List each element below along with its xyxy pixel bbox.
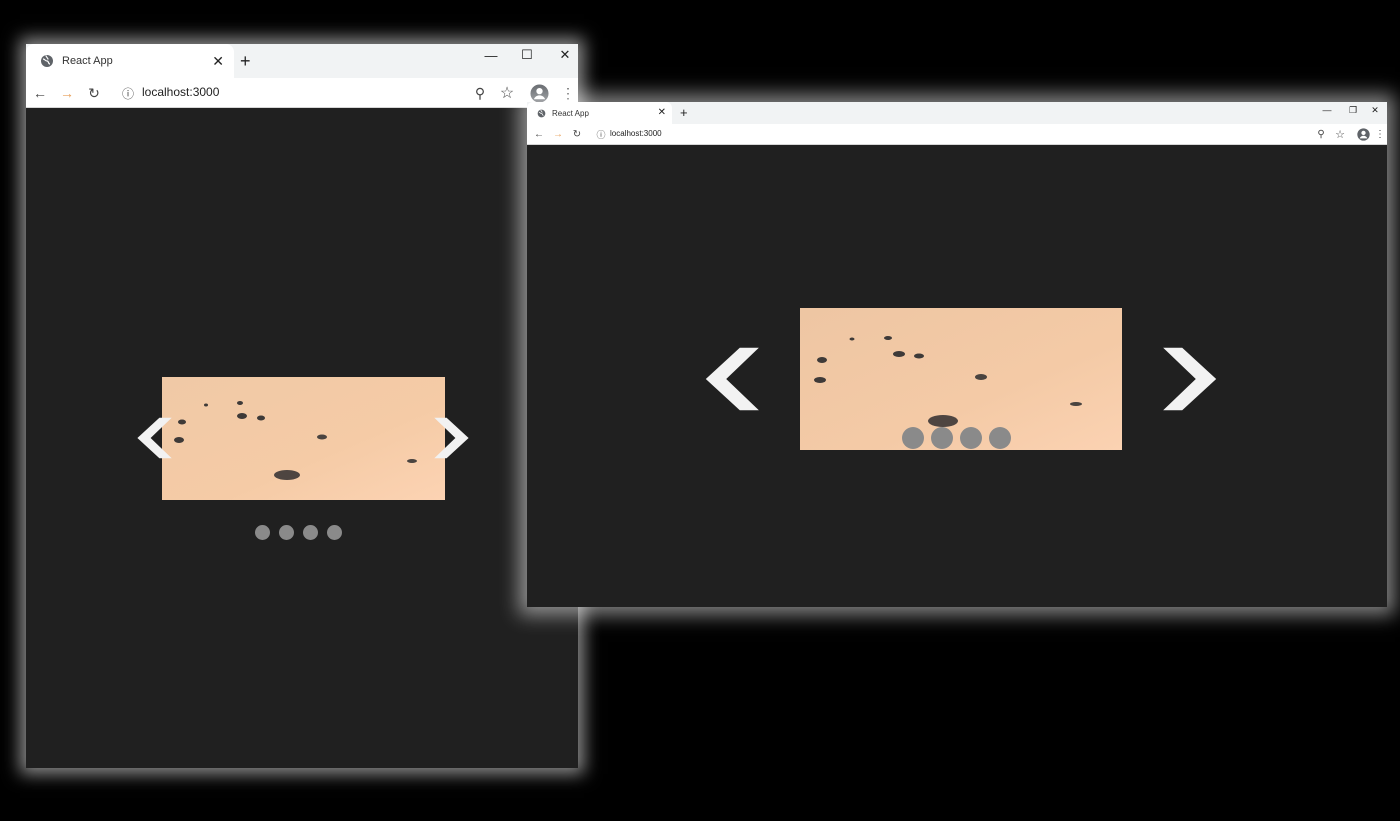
info-icon[interactable]: ⓘ (594, 127, 608, 141)
maximize-icon[interactable]: ☐ (510, 44, 544, 66)
page-content (26, 108, 578, 768)
browser-toolbar: ← → ↻ ⓘ localhost:3000 ⚲ ☆ ⋮ (527, 124, 1387, 145)
star-icon[interactable]: ☆ (1333, 127, 1347, 141)
info-icon[interactable]: ⓘ (118, 83, 138, 103)
menu-icon[interactable]: ⋮ (558, 83, 578, 103)
browser-window-wide: React App ✕ + — ❐ ✕ ← → ↻ ⓘ localhost:30… (527, 102, 1387, 607)
minimize-icon[interactable]: — (1315, 102, 1339, 118)
carousel-dot[interactable] (960, 427, 982, 449)
chevron-right-icon[interactable] (1155, 345, 1223, 413)
carousel-dots (902, 427, 1011, 449)
carousel-dot[interactable] (902, 427, 924, 449)
window-close-icon[interactable]: ✕ (1363, 102, 1387, 118)
chevron-left-icon[interactable] (133, 416, 177, 460)
back-icon[interactable]: ← (30, 83, 50, 103)
tab-close-icon[interactable]: ✕ (212, 54, 224, 68)
minimize-icon[interactable]: — (474, 44, 508, 66)
browser-tab[interactable]: React App ✕ (26, 44, 234, 78)
zoom-icon[interactable]: ⚲ (1314, 127, 1328, 141)
address-bar[interactable]: localhost:3000 (142, 85, 219, 99)
carousel-dot[interactable] (279, 525, 294, 540)
browser-window-narrow: React App ✕ + — ☐ ✕ ← → ↻ ⓘ localhost:30… (26, 44, 578, 768)
chevron-left-icon[interactable] (699, 345, 767, 413)
address-bar[interactable]: localhost:3000 (610, 129, 662, 138)
browser-tab[interactable]: React App ✕ (527, 102, 672, 124)
tab-title: React App (62, 55, 113, 67)
window-close-icon[interactable]: ✕ (548, 44, 582, 66)
carousel-dots (255, 525, 342, 540)
carousel-dot[interactable] (931, 427, 953, 449)
back-icon[interactable]: ← (532, 127, 546, 141)
star-icon[interactable]: ☆ (497, 83, 517, 103)
reload-icon[interactable]: ↻ (570, 127, 584, 141)
tab-close-icon[interactable]: ✕ (658, 108, 666, 118)
restore-icon[interactable]: ❐ (1341, 102, 1365, 118)
carousel-dot[interactable] (303, 525, 318, 540)
globe-icon (537, 109, 546, 118)
profile-avatar-icon[interactable] (529, 83, 549, 103)
tab-strip: React App ✕ + — ❐ ✕ (527, 102, 1387, 124)
globe-icon (40, 54, 54, 68)
new-tab-button[interactable]: + (680, 105, 688, 120)
chevron-right-icon[interactable] (429, 416, 473, 460)
tab-strip: React App ✕ + — ☐ ✕ (26, 44, 578, 78)
zoom-icon[interactable]: ⚲ (470, 83, 490, 103)
new-tab-button[interactable]: + (240, 51, 251, 72)
carousel-dot[interactable] (989, 427, 1011, 449)
page-content (527, 145, 1387, 607)
profile-avatar-icon[interactable] (1356, 127, 1370, 141)
carousel-dot[interactable] (255, 525, 270, 540)
carousel-slide-image (162, 377, 445, 500)
menu-icon[interactable]: ⋮ (1373, 127, 1387, 141)
tab-title: React App (552, 108, 589, 118)
forward-icon[interactable]: → (57, 83, 77, 103)
carousel-dot[interactable] (327, 525, 342, 540)
forward-icon[interactable]: → (551, 127, 565, 141)
browser-toolbar: ← → ↻ ⓘ localhost:3000 ⚲ ☆ ⋮ (26, 78, 578, 108)
reload-icon[interactable]: ↻ (84, 83, 104, 103)
